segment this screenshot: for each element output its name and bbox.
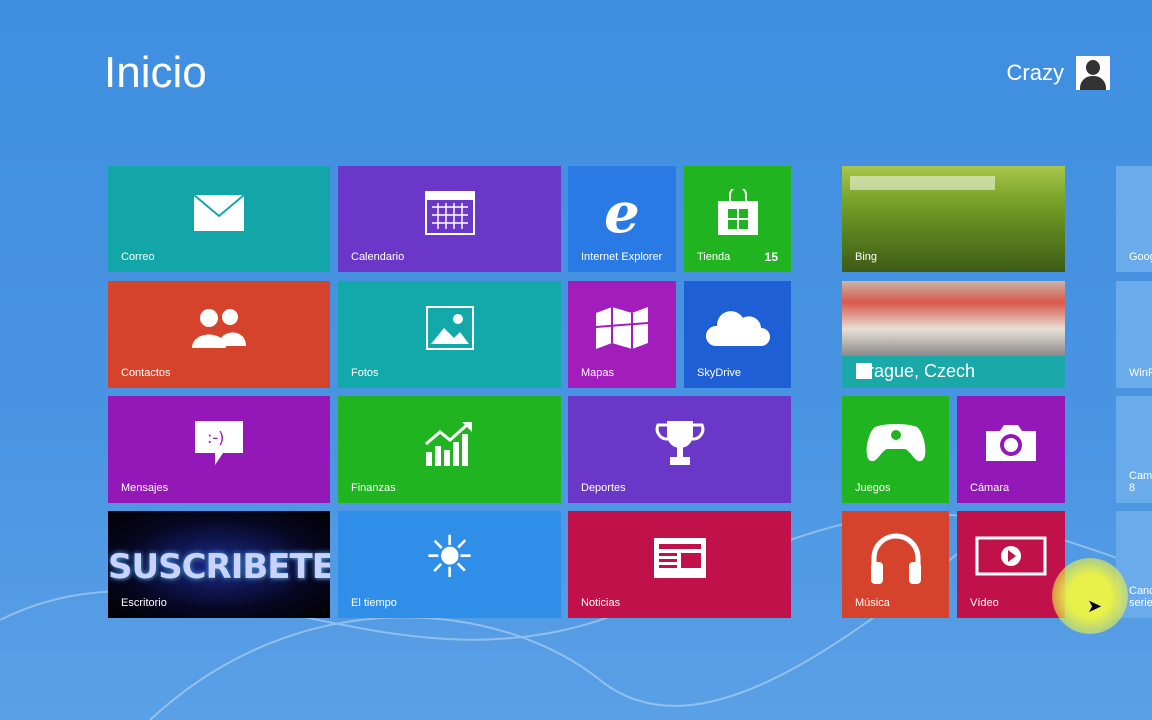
- tile-label: Contactos: [121, 367, 171, 379]
- photo-icon: [425, 306, 474, 351]
- tile-bing[interactable]: Bing: [842, 166, 1065, 272]
- user-account[interactable]: Crazy: [1007, 56, 1110, 90]
- tile-label: Internet Explorer: [581, 251, 663, 263]
- video-play-icon: [975, 536, 1047, 576]
- mouse-pointer-icon: ➤: [1087, 596, 1103, 616]
- cloud-icon: [705, 311, 770, 347]
- tile-camara[interactable]: Cámara: [957, 396, 1065, 503]
- update-count-badge: 15: [764, 250, 778, 264]
- tile-juegos[interactable]: Juegos: [842, 396, 949, 503]
- chart-up-icon: [424, 422, 472, 467]
- tile-label: Deportes: [581, 482, 626, 494]
- tile-label: Goog: [1129, 251, 1152, 263]
- tile-label: Mapas: [581, 367, 615, 379]
- map-icon: [595, 307, 649, 350]
- people-icon: [192, 309, 246, 349]
- tile-label: Cam 8: [1129, 470, 1152, 494]
- message-bubble-icon: :-): [195, 421, 243, 466]
- tile-label: Bing: [855, 251, 878, 263]
- tile-contactos[interactable]: Contactos: [108, 281, 330, 388]
- store-bag-icon: [717, 188, 758, 235]
- page-title: Inicio: [104, 48, 207, 97]
- avatar: [1076, 56, 1110, 90]
- tile-partial-1[interactable]: Goog: [1116, 166, 1152, 272]
- tile-label: Correo: [121, 251, 155, 263]
- tile-label: Noticias: [581, 597, 621, 609]
- tile-correo[interactable]: Correo: [108, 166, 330, 272]
- trophy-icon: [655, 421, 704, 466]
- user-name: Crazy: [1006, 60, 1064, 85]
- tile-label: Música: [855, 597, 890, 609]
- tile-internet-explorer[interactable]: e Internet Explorer: [568, 166, 676, 272]
- tile-video[interactable]: Vídeo: [957, 511, 1065, 618]
- sun-icon: ☀: [423, 525, 476, 591]
- tile-musica[interactable]: Música: [842, 511, 949, 618]
- tile-noticias[interactable]: Noticias: [568, 511, 791, 618]
- mail-icon: [193, 193, 245, 231]
- tile-mensajes[interactable]: :-) Mensajes: [108, 396, 330, 503]
- game-controller-icon: [866, 424, 925, 462]
- tile-partial-2[interactable]: WinF: [1116, 281, 1152, 388]
- tile-label: Cámara: [970, 482, 1010, 494]
- tile-label: Escritorio: [121, 597, 167, 609]
- tile-calendario[interactable]: Calendario: [338, 166, 561, 272]
- tile-tienda[interactable]: Tienda 15: [684, 166, 791, 272]
- tile-label: Canc serie: [1129, 585, 1152, 609]
- tile-label: Tienda: [697, 251, 731, 263]
- tile-fotos[interactable]: Fotos: [338, 281, 561, 388]
- tile-label: Mensajes: [121, 482, 169, 494]
- tile-escritorio[interactable]: SUSCRIBETE Escritorio: [108, 511, 330, 618]
- svg-text::-): :-): [207, 428, 224, 447]
- tile-label: SkyDrive: [697, 367, 742, 379]
- tile-label: Prague, Czech: [856, 361, 976, 381]
- tile-finanzas[interactable]: Finanzas: [338, 396, 561, 503]
- tile-viajes[interactable]: Prague, Czech: [842, 281, 1065, 388]
- tile-label: Vídeo: [970, 597, 999, 609]
- tile-label: WinF: [1129, 367, 1152, 379]
- calendar-icon: [424, 190, 475, 235]
- internet-explorer-icon: e: [604, 179, 640, 246]
- tile-mapas[interactable]: Mapas: [568, 281, 676, 388]
- tile-label: Fotos: [351, 367, 379, 379]
- tile-label: Finanzas: [351, 482, 396, 494]
- headphones-icon: [870, 533, 921, 585]
- bing-search-box: [850, 176, 995, 190]
- tile-label: El tiempo: [351, 597, 397, 609]
- tile-skydrive[interactable]: SkyDrive: [684, 281, 791, 388]
- tile-partial-3[interactable]: Cam 8: [1116, 396, 1152, 503]
- camera-icon: [986, 425, 1036, 462]
- subscribe-image-text: SUSCRIBETE: [108, 547, 330, 587]
- tile-label: Calendario: [351, 251, 405, 263]
- tile-deportes[interactable]: Deportes: [568, 396, 791, 503]
- tile-el-tiempo[interactable]: ☀ El tiempo: [338, 511, 561, 618]
- travel-caption-bar: Prague, Czech: [842, 356, 1065, 388]
- newspaper-icon: [653, 538, 706, 579]
- tile-label: Juegos: [855, 482, 891, 494]
